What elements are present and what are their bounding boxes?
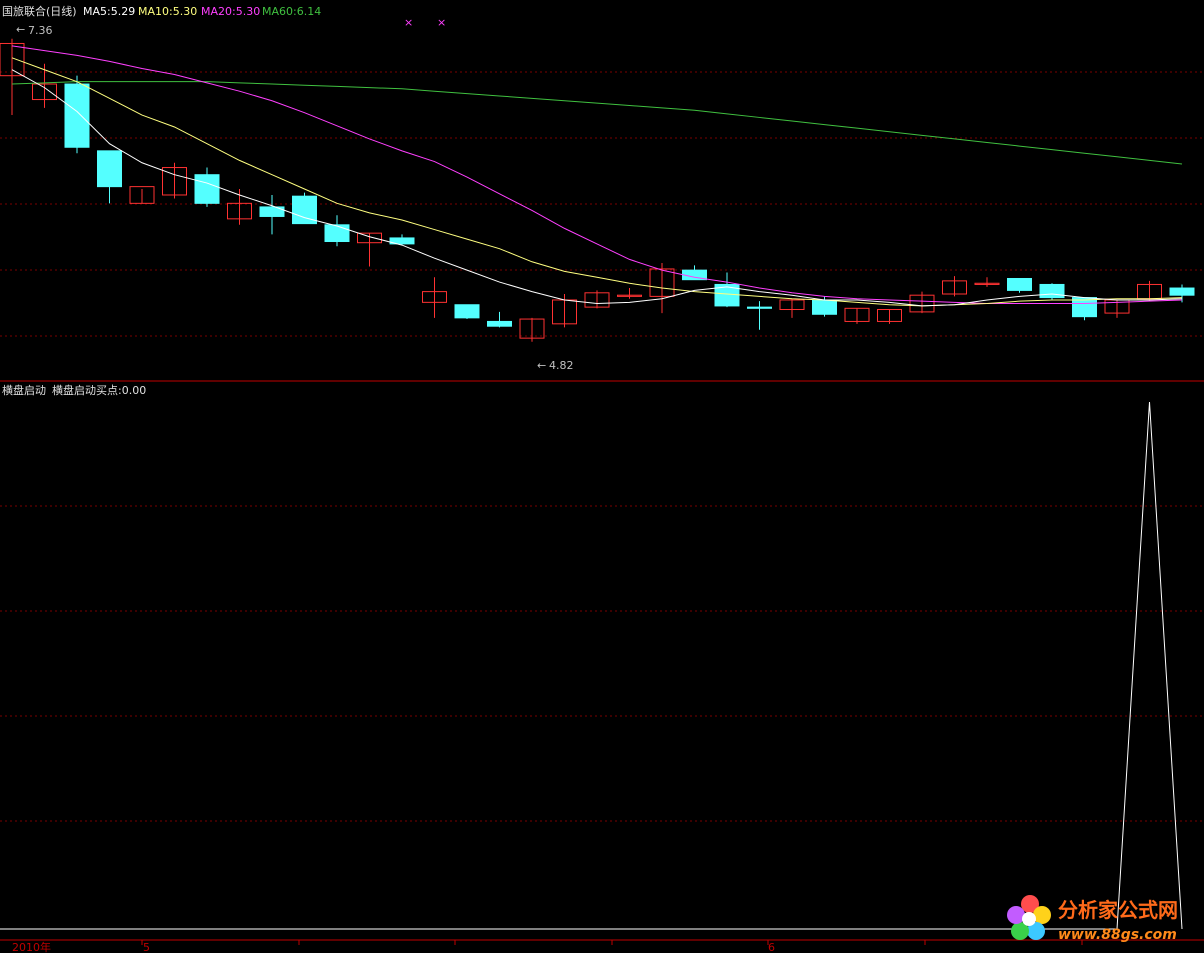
low-arrow: ← xyxy=(537,359,546,372)
low-price-label: 4.82 xyxy=(549,359,574,372)
grid-lines xyxy=(0,71,1204,822)
candle-body-down xyxy=(1169,287,1195,296)
candle-body-down xyxy=(1007,277,1032,291)
candlesticks xyxy=(0,38,1195,342)
flower-icon xyxy=(1007,895,1051,940)
ma60-line xyxy=(11,81,1183,165)
indicator-value: 横盘启动买点:0.00 xyxy=(52,383,146,397)
candle-body-down xyxy=(97,150,122,188)
axis-month-label: 5 xyxy=(143,941,150,953)
axis-year-label: 2010年 xyxy=(12,940,51,953)
candle-body-down xyxy=(324,224,350,243)
indicator-panel xyxy=(0,401,1183,930)
candle-body-down xyxy=(1039,283,1065,299)
ma20-label: MA20:5.30 xyxy=(201,5,260,18)
candle-body-down xyxy=(487,320,512,327)
indicator-name: 横盘启动 xyxy=(2,383,46,397)
kline-chart[interactable]: 国旅联合(日线) MA5:5.29 MA10:5.30 MA20:5.30 MA… xyxy=(0,0,1204,953)
watermark-title: 分析家公式网 xyxy=(1058,898,1178,922)
candle-body-down xyxy=(812,299,837,315)
candle-body-down xyxy=(64,83,90,148)
watermark-url: www.88gs.com xyxy=(1058,927,1177,943)
candle-body-down xyxy=(194,174,220,204)
moving-average-lines xyxy=(11,45,1183,307)
ma10-line xyxy=(11,57,1183,307)
indicator-line xyxy=(0,401,1183,930)
watermark-logo: 分析家公式网 www.88gs.com xyxy=(1007,895,1178,943)
candle-body-down xyxy=(747,306,772,309)
ma10-label: MA10:5.30 xyxy=(138,5,197,18)
marker-cross: × xyxy=(437,16,446,29)
axis-month-label: 6 xyxy=(768,941,775,953)
ma5-label: MA5:5.29 xyxy=(83,5,135,18)
candle-body-down xyxy=(454,304,480,319)
stock-title: 国旅联合(日线) xyxy=(2,4,77,18)
high-arrow: ← xyxy=(16,23,25,36)
ma60-label: MA60:6.14 xyxy=(262,5,321,18)
high-price-label: 7.36 xyxy=(28,24,53,37)
marker-cross: × xyxy=(404,16,413,29)
ma20-line xyxy=(11,45,1183,305)
